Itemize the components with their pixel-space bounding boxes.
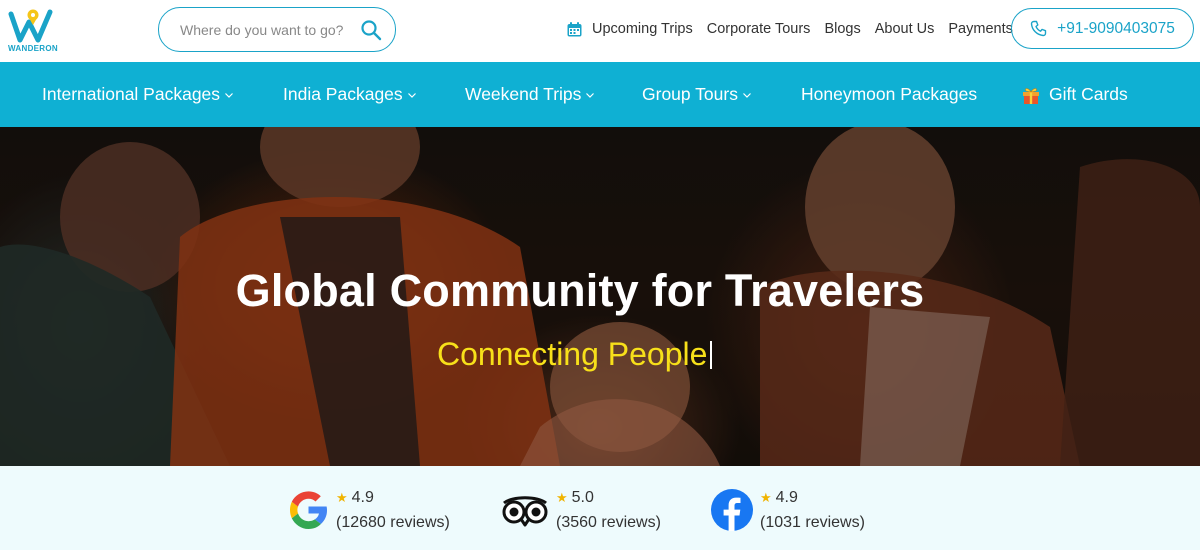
tripadvisor-review-text: ★ 5.0 (3560 reviews): [556, 485, 661, 535]
hero-subtitle: Connecting People: [437, 336, 713, 373]
nav-label: Group Tours: [642, 84, 738, 104]
nav-honeymoon-packages[interactable]: Honeymoon Packages: [801, 62, 977, 127]
nav-gift-cards[interactable]: Gift Cards: [1021, 62, 1128, 127]
corporate-tours-link[interactable]: Corporate Tours: [707, 21, 811, 37]
payments-link[interactable]: Payments: [948, 21, 1012, 37]
reviews-strip: ★ 4.9 (12680 reviews) ★ 5.0 (3560 reviews)…: [0, 466, 1200, 550]
google-rating: 4.9: [351, 489, 374, 506]
phone-button[interactable]: +91-9090403075: [1011, 8, 1194, 49]
nav-india-packages[interactable]: India Packages: [283, 62, 417, 127]
nav-label: India Packages: [283, 84, 403, 104]
google-review[interactable]: ★ 4.9 (12680 reviews): [286, 486, 450, 534]
star-icon: ★: [556, 490, 568, 505]
star-icon: ★: [336, 490, 348, 505]
blogs-link[interactable]: Blogs: [824, 21, 860, 37]
calendar-icon: [567, 21, 582, 36]
facebook-icon: [711, 489, 753, 531]
nav-weekend-trips[interactable]: Weekend Trips: [465, 62, 595, 127]
search-box[interactable]: [158, 7, 396, 52]
phone-icon: [1030, 20, 1047, 37]
nav-group-tours[interactable]: Group Tours: [642, 62, 752, 127]
hero-subtitle-text: Connecting People: [437, 336, 708, 372]
star-icon: ★: [760, 490, 772, 505]
top-links: Upcoming Trips Corporate Tours Blogs Abo…: [566, 18, 1027, 40]
nav-label: Honeymoon Packages: [801, 84, 978, 104]
chevron-down-icon: [586, 93, 595, 98]
wanderon-logo[interactable]: WANDERON: [8, 6, 58, 56]
google-review-count: (12680 reviews): [336, 514, 450, 531]
chevron-down-icon: [225, 93, 233, 98]
nav-international-packages[interactable]: International Packages: [42, 62, 234, 127]
header: WANDERON Upcoming Trips Corporate Tours …: [0, 0, 1200, 62]
tripadvisor-review-count: (3560 reviews): [556, 514, 661, 531]
chevron-down-icon: [407, 93, 416, 98]
logo-mark-icon: [8, 9, 53, 43]
tripadvisor-review[interactable]: ★ 5.0 (3560 reviews): [500, 486, 661, 534]
facebook-rating: 4.9: [775, 489, 798, 506]
upcoming-trips-label: Upcoming Trips: [592, 21, 693, 37]
search-input[interactable]: [180, 21, 350, 38]
logo-wordmark: WANDERON: [8, 44, 58, 53]
nav-label: International Packages: [42, 84, 221, 104]
facebook-review-count: (1031 reviews): [760, 514, 865, 531]
nav-label: Weekend Trips: [465, 84, 582, 104]
upcoming-trips-link[interactable]: Upcoming Trips: [566, 21, 693, 38]
main-nav: International Packages India Packages We…: [0, 62, 1200, 127]
tripadvisor-rating: 5.0: [571, 489, 594, 506]
typing-caret: [710, 341, 713, 369]
gift-icon: [1023, 87, 1039, 104]
chevron-down-icon: [743, 93, 751, 98]
facebook-review-text: ★ 4.9 (1031 reviews): [760, 485, 865, 535]
google-icon: [290, 491, 327, 529]
facebook-review[interactable]: ★ 4.9 (1031 reviews): [710, 486, 865, 534]
hero-banner: Global Community for Travelers Connectin…: [0, 127, 1200, 466]
tripadvisor-icon: [502, 496, 548, 527]
phone-number: +91-9090403075: [1057, 19, 1175, 37]
search-icon[interactable]: [360, 19, 382, 41]
about-us-link[interactable]: About Us: [875, 21, 935, 37]
nav-label: Gift Cards: [1049, 84, 1128, 104]
google-review-text: ★ 4.9 (12680 reviews): [336, 485, 450, 535]
hero-title: Global Community for Travelers: [235, 265, 925, 316]
